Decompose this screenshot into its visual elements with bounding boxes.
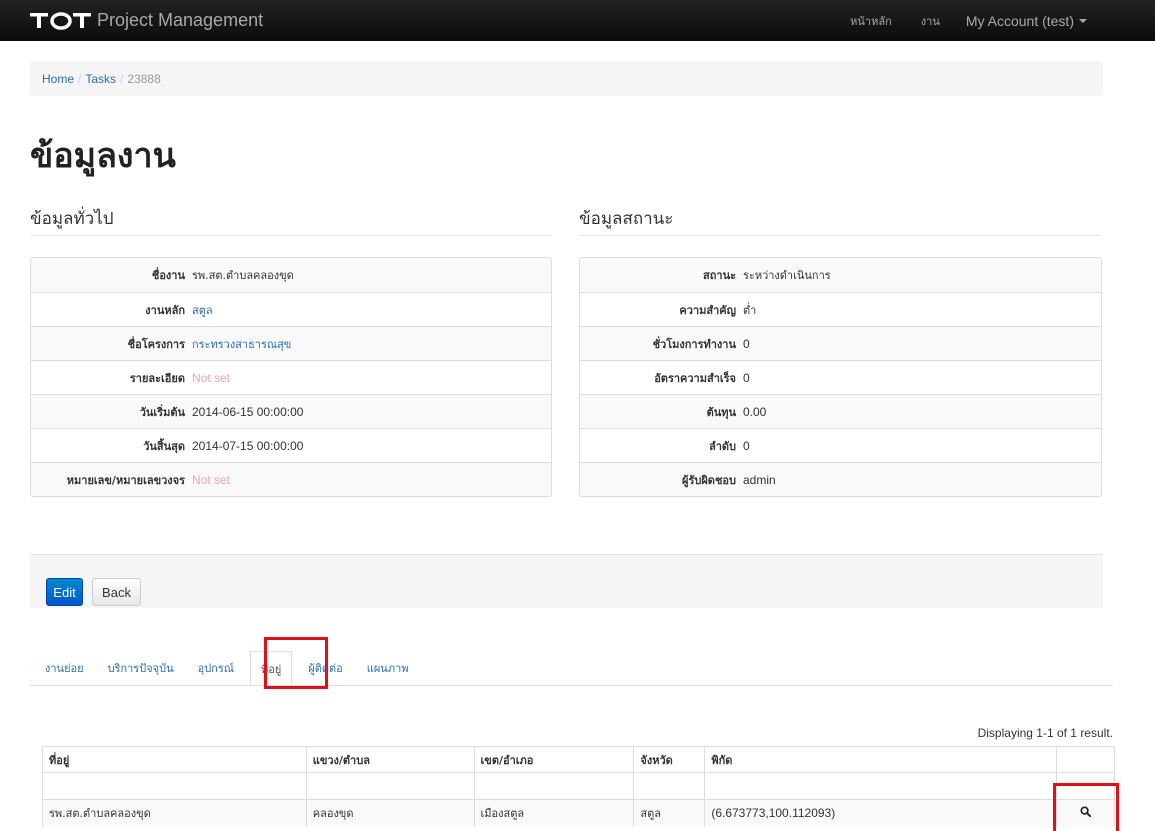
column-header-address[interactable]: ที่อยู่ [42, 746, 307, 773]
navbar: Project Management หน้าหลัก งาน My Accou… [0, 0, 1155, 41]
detail-label: งานหลัก [145, 303, 185, 317]
detail-row: ความสำคัญ ต่ำ [580, 292, 1101, 326]
nav-link-home[interactable]: หน้าหลัก [850, 12, 892, 30]
highlight-box [1053, 783, 1119, 831]
detail-label: วันสิ้นสุด [143, 439, 185, 453]
detail-row: สถานะ ระหว่างดำเนินการ [580, 258, 1101, 292]
detail-label: ชื่อโครงการ [127, 337, 185, 351]
divider [30, 685, 1113, 686]
cell-address: รพ.สต.ตำบลคลองขุด [42, 799, 307, 827]
results-summary: Displaying 1-1 of 1 result. [977, 726, 1113, 740]
tab-equipment[interactable]: อุปกรณ์ [198, 659, 234, 677]
breadcrumb-tasks[interactable]: Tasks [85, 72, 116, 86]
detail-label: หมายเลข/หมายเลขวงจร [66, 473, 185, 487]
account-label: My Account (test) [965, 12, 1074, 29]
detail-label: วันเริ่มต้น [139, 405, 185, 419]
tot-logo-icon[interactable] [30, 10, 92, 32]
detail-label: ผู้รับผิดชอบ [682, 473, 736, 487]
column-header-district[interactable]: เขต/อำเภอ [473, 746, 635, 773]
detail-label: สถานะ [703, 269, 736, 282]
general-section-title: ข้อมูลทั่วไป [30, 209, 114, 229]
detail-row: ชื่อโครงการ กระทรวงสาธารณสุข [31, 326, 551, 360]
grid-header-row: ที่อยู่ แขวง/ตำบล เขต/อำเภอ จังหวัด พิกั… [42, 746, 1115, 773]
detail-row: รายละเอียด Not set [31, 360, 551, 394]
detail-row: ต้นทุน 0.00 [580, 394, 1101, 428]
tab-current-services[interactable]: บริการปัจจุบัน [108, 659, 174, 677]
filter-cell[interactable] [42, 772, 307, 800]
column-header-actions [1056, 746, 1115, 773]
detail-value: 0 [743, 336, 750, 351]
brand-title[interactable]: Project Management [97, 10, 263, 31]
detail-label: ความสำคัญ [679, 303, 736, 317]
breadcrumb-separator: / [120, 71, 124, 86]
detail-value: รพ.สต.ตำบลคลองขุด [192, 269, 294, 282]
detail-label: ต้นทุน [706, 405, 736, 419]
detail-label: ชั่วโมงการทำงาน [652, 337, 736, 351]
form-actions: Edit Back [30, 554, 1103, 608]
breadcrumb-separator: / [78, 71, 82, 86]
detail-value: 0 [743, 438, 750, 453]
status-section-title: ข้อมูลสถานะ [579, 209, 674, 229]
grid-filter-row [42, 772, 1115, 800]
detail-row: ลำดับ 0 [580, 428, 1101, 462]
detail-row: ชั่วโมงการทำงาน 0 [580, 326, 1101, 360]
nav-links: หน้าหลัก งาน My Account (test) [821, 0, 1087, 41]
breadcrumb-current: 23888 [127, 71, 161, 86]
filter-cell[interactable] [473, 772, 635, 800]
status-detail-table: สถานะ ระหว่างดำเนินการ ความสำคัญ ต่ำ ชั่… [579, 257, 1102, 497]
detail-value: 2014-06-15 00:00:00 [192, 404, 304, 419]
column-header-coordinates[interactable]: พิกัด [704, 746, 1058, 773]
detail-row: วันเริ่มต้น 2014-06-15 00:00:00 [31, 394, 551, 428]
detail-label: อัตราความสำเร็จ [654, 371, 736, 385]
edit-button[interactable]: Edit [46, 578, 83, 606]
divider [30, 235, 552, 236]
detail-label: ลำดับ [708, 439, 736, 453]
back-button[interactable]: Back [92, 578, 141, 606]
cell-subdistrict: คลองขุด [305, 799, 475, 827]
table-row: รพ.สต.ตำบลคลองขุด คลองขุด เมืองสตูล สตูล… [42, 799, 1115, 827]
general-detail-table: ชื่องาน รพ.สต.ตำบลคลองขุด งานหลัก สตูล ช… [30, 257, 552, 497]
detail-row: งานหลัก สตูล [31, 292, 551, 326]
filter-cell[interactable] [633, 772, 706, 800]
detail-value: 2014-07-15 00:00:00 [192, 438, 304, 453]
detail-row: หมายเลข/หมายเลขวงจร Not set [31, 462, 551, 496]
breadcrumb: Home / Tasks / 23888 [30, 61, 1103, 96]
cell-province: สตูล [633, 799, 706, 827]
detail-value: ระหว่างดำเนินการ [743, 269, 831, 282]
detail-label: ชื่องาน [151, 269, 185, 282]
detail-value: Not set [192, 370, 231, 385]
tab-subtasks[interactable]: งานย่อย [45, 659, 84, 677]
detail-row: ชื่องาน รพ.สต.ตำบลคลองขุด [31, 258, 551, 292]
caret-down-icon [1079, 18, 1087, 23]
detail-row: ผู้รับผิดชอบ admin [580, 462, 1101, 496]
divider [579, 235, 1102, 236]
detail-row: อัตราความสำเร็จ 0 [580, 360, 1101, 394]
detail-value: 0 [743, 370, 750, 385]
breadcrumb-home[interactable]: Home [42, 72, 74, 86]
filter-cell[interactable] [704, 772, 1058, 800]
cell-coordinates: (6.673773,100.112093) [704, 799, 1058, 827]
page-title: ข้อมูลงาน [30, 136, 176, 176]
detail-value: admin [743, 472, 776, 487]
detail-value: 0.00 [743, 404, 767, 419]
detail-value: Not set [192, 472, 231, 487]
parent-task-link[interactable]: สตูล [192, 301, 213, 319]
project-link[interactable]: กระทรวงสาธารณสุข [192, 335, 291, 353]
detail-label: รายละเอียด [129, 371, 185, 385]
cell-district: เมืองสตูล [473, 799, 635, 827]
column-header-province[interactable]: จังหวัด [633, 746, 706, 773]
tab-bar: งานย่อย บริการปัจจุบัน อุปกรณ์ ที่อยู่ ผ… [45, 650, 433, 686]
filter-cell[interactable] [305, 772, 475, 800]
nav-link-tasks[interactable]: งาน [921, 12, 940, 30]
address-grid: ที่อยู่ แขวง/ตำบล เขต/อำเภอ จังหวัด พิกั… [42, 746, 1115, 827]
tab-diagram[interactable]: แผนภาพ [367, 659, 409, 677]
detail-row: วันสิ้นสุด 2014-07-15 00:00:00 [31, 428, 551, 462]
account-menu[interactable]: My Account (test) [966, 13, 1087, 29]
column-header-subdistrict[interactable]: แขวง/ตำบล [305, 746, 475, 773]
highlight-box [264, 637, 328, 689]
detail-value: ต่ำ [743, 303, 757, 317]
